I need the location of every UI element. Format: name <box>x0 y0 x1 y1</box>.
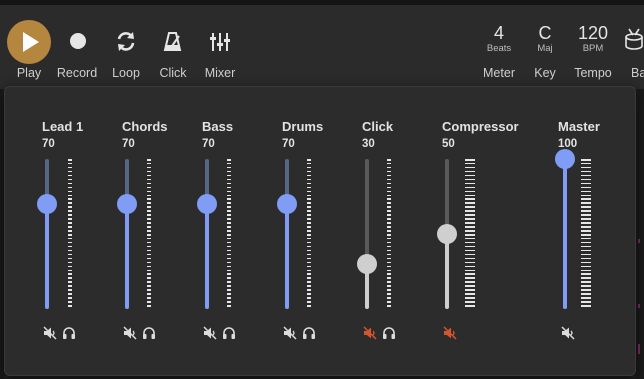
volume-fader-knob[interactable] <box>555 149 575 169</box>
key-label: Key <box>534 66 556 80</box>
level-meter-segment <box>581 293 591 295</box>
volume-fader-fill <box>563 159 567 309</box>
tempo-unit: BPM <box>582 43 604 54</box>
level-meter-segment <box>581 226 591 228</box>
bar-label: Ba <box>631 66 644 80</box>
loop-label: Loop <box>112 66 140 80</box>
level-meter-segment <box>581 305 591 307</box>
level-meter-segment <box>581 257 591 260</box>
level-meter-segment <box>581 249 591 252</box>
tempo-display: 120 BPM <box>578 23 608 54</box>
level-meter-segment <box>581 301 591 303</box>
track-region-marker <box>638 344 640 354</box>
play-label: Play <box>16 66 42 80</box>
click-button[interactable] <box>159 28 187 56</box>
mixer-button[interactable] <box>206 28 234 56</box>
level-meter-segment <box>581 289 591 291</box>
level-meter-segment <box>581 214 591 216</box>
mixer-panel: Lead 1 70 Chords 70 Bass 70 Drums 70 Click 30 Comp… <box>4 86 636 376</box>
level-meter-segment <box>581 178 591 181</box>
level-meter-segment <box>581 237 591 240</box>
level-meter-segment <box>581 202 591 204</box>
level-meter-segment <box>581 218 591 220</box>
level-meter-segment <box>581 174 591 177</box>
level-meter-segment <box>581 261 591 264</box>
loop-button[interactable] <box>112 28 140 56</box>
mixer-icon <box>210 33 230 51</box>
mixer-channel: Master 100 <box>5 87 637 377</box>
level-meter-segment <box>581 230 591 232</box>
bar-control[interactable]: Ba <box>620 5 644 89</box>
record-button[interactable] <box>64 28 92 56</box>
key-value: C <box>538 23 552 43</box>
tempo-control[interactable]: 120 BPM Tempo <box>568 5 618 89</box>
level-meter-segment <box>581 162 591 165</box>
level-meter-segment <box>581 182 591 185</box>
level-meter-segment <box>581 159 591 161</box>
meter-label: Meter <box>483 66 515 80</box>
key-display: C Maj <box>537 23 552 54</box>
level-meter-segment <box>581 222 591 224</box>
volume-fader-track[interactable] <box>563 159 567 309</box>
level-meter-segment <box>581 245 591 248</box>
level-meter-segment <box>581 285 591 287</box>
meter-unit: Beats <box>486 43 512 54</box>
level-meter-segment <box>581 265 591 268</box>
level-meter-segment <box>581 277 591 279</box>
meter-display: 4 Beats <box>487 23 511 54</box>
record-icon <box>70 33 86 49</box>
key-unit: Maj <box>537 43 553 54</box>
transport-toolbar: Play Record Loop Click Mixer 4 Beats Met… <box>0 5 644 89</box>
background-panel-right <box>636 89 644 379</box>
level-meter-segment <box>581 170 591 173</box>
meter-value: 4 <box>493 23 505 43</box>
click-label: Click <box>159 66 187 80</box>
channel-volume-value: 100 <box>558 138 578 150</box>
record-control[interactable]: Record <box>55 5 101 89</box>
metronome-icon <box>163 32 182 51</box>
level-meter-segment <box>581 273 591 275</box>
meter-control[interactable]: 4 Beats Meter <box>478 5 522 89</box>
mixer-control[interactable]: Mixer <box>198 5 242 89</box>
play-control[interactable]: Play <box>0 5 58 89</box>
level-meter <box>581 159 591 309</box>
mixer-label: Mixer <box>204 66 236 80</box>
level-meter-segment <box>581 206 591 208</box>
loop-icon <box>117 32 135 51</box>
level-meter-segment <box>581 210 591 212</box>
key-control[interactable]: C Maj Key <box>524 5 564 89</box>
level-meter-segment <box>581 166 591 169</box>
click-control[interactable]: Click <box>152 5 196 89</box>
channel-name: Master <box>558 119 600 134</box>
level-meter-segment <box>581 281 591 283</box>
level-meter-segment <box>581 190 591 193</box>
track-region-marker <box>638 239 640 243</box>
record-label: Record <box>56 66 98 80</box>
level-meter-segment <box>581 297 591 299</box>
level-meter-segment <box>581 241 591 244</box>
tempo-label: Tempo <box>574 66 612 80</box>
mute-icon[interactable] <box>561 326 575 340</box>
level-meter-segment <box>581 269 591 272</box>
drum-icon <box>625 28 643 50</box>
level-meter-segment <box>581 234 591 236</box>
tempo-value: 120 <box>577 23 609 43</box>
play-icon <box>23 32 39 52</box>
play-button[interactable] <box>7 20 51 64</box>
level-meter-segment <box>581 186 591 189</box>
level-meter-segment <box>581 253 591 256</box>
level-meter-segment <box>581 194 591 197</box>
loop-control[interactable]: Loop <box>104 5 148 89</box>
level-meter-segment <box>581 198 591 200</box>
track-region-marker <box>638 304 640 308</box>
